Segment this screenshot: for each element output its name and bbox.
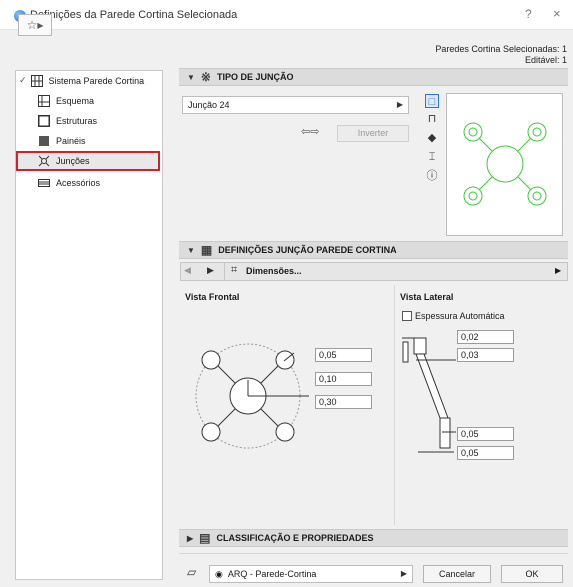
junction-preview xyxy=(446,93,563,236)
auto-thickness-checkbox[interactable] xyxy=(402,311,412,321)
layer-dropdown[interactable]: ◉ ARQ - Parede-Cortina ▶ xyxy=(209,565,413,583)
invert-button[interactable]: Inverter xyxy=(337,125,409,142)
side-dimension-input-1[interactable]: 0,02 xyxy=(457,330,514,344)
invert-icon: ⇦⇨ xyxy=(301,126,320,138)
dropdown-arrow-icon: ▶ xyxy=(396,100,403,109)
title-bar: Definições da Parede Cortina Selecionada… xyxy=(0,0,573,30)
eye-icon[interactable]: ◉ xyxy=(215,569,223,580)
page-dropdown[interactable]: Dimensões... xyxy=(246,266,302,276)
tree-item-label: Painéis xyxy=(56,135,86,146)
tree-item-frames[interactable]: Estruturas xyxy=(38,112,97,129)
section-title: TIPO DE JUNÇÃO xyxy=(216,72,294,82)
front-view-label: Vista Frontal xyxy=(185,292,240,302)
tree-item-scheme[interactable]: Esquema xyxy=(38,92,94,109)
layer-value: ARQ - Parede-Cortina xyxy=(227,569,317,579)
collapse-arrow-icon[interactable]: ▼ xyxy=(187,246,195,255)
nav-divider xyxy=(224,262,225,281)
junction-type-value: Junção 24 xyxy=(188,100,230,110)
scheme-icon xyxy=(38,94,50,107)
accessories-icon xyxy=(38,178,50,187)
junction-type-dropdown[interactable]: Junção 24 ▶ xyxy=(182,96,409,114)
classification-icon: ▤ xyxy=(199,531,211,545)
expand-arrow-icon[interactable]: ▶ xyxy=(187,534,193,543)
prev-page-icon[interactable]: ◀ xyxy=(184,265,191,276)
front-dimension-input-3[interactable]: 0,30 xyxy=(315,395,372,409)
chevron-down-icon[interactable]: ✓ xyxy=(19,75,27,86)
junction-icon: ※ xyxy=(200,70,211,84)
footer-divider xyxy=(179,553,568,554)
window-title: Definições da Parede Cortina Selecionada xyxy=(30,9,238,21)
ok-button[interactable]: OK xyxy=(501,565,563,583)
next-page-icon[interactable]: ▶ xyxy=(207,265,214,276)
panels-icon xyxy=(39,135,49,146)
dimensions-icon: ⌗ xyxy=(231,264,238,276)
view-divider xyxy=(394,285,395,525)
tree-item-label: Estruturas xyxy=(56,115,98,126)
tree-item-accessories[interactable]: Acessórios xyxy=(38,174,100,191)
junctions-icon xyxy=(38,155,50,167)
auto-thickness-label: Espessura Automática xyxy=(415,311,505,321)
tree-item-junctions[interactable]: Junções xyxy=(16,151,160,171)
tree-item-panels[interactable]: Painéis xyxy=(38,132,86,149)
side-dimension-input-4[interactable]: 0,05 xyxy=(457,446,514,460)
layer-icon: ▱ xyxy=(187,565,197,579)
favorites-icon: ☆▸ xyxy=(26,18,44,32)
cancel-button[interactable]: Cancelar xyxy=(423,565,491,583)
info-icon[interactable]: ⓘ xyxy=(425,169,439,183)
elevation-view-icon[interactable]: ⊓ xyxy=(425,112,439,126)
frames-icon xyxy=(38,114,50,127)
front-dimension-input-1[interactable]: 0,05 xyxy=(315,348,372,362)
favorites-button[interactable]: ☆▸ xyxy=(18,14,52,36)
editable-count: Editável: 1 xyxy=(524,55,567,65)
selection-count: Paredes Cortina Selecionadas: 1 xyxy=(435,44,567,54)
section-view-icon[interactable]: ⌶ xyxy=(425,150,439,164)
tree-item-label: Junções xyxy=(56,156,90,166)
curtain-wall-icon xyxy=(30,74,43,87)
collapse-arrow-icon[interactable]: ▼ xyxy=(187,73,195,82)
side-view-label: Vista Lateral xyxy=(400,292,454,302)
close-button[interactable]: × xyxy=(553,6,561,21)
tree-root[interactable]: ✓ Sistema Parede Cortina xyxy=(19,72,144,89)
dropdown-arrow-icon[interactable]: ▶ xyxy=(555,266,561,275)
tree-root-label: Sistema Parede Cortina xyxy=(48,75,145,86)
junction-preview-graphic xyxy=(463,122,547,206)
dropdown-arrow-icon: ▶ xyxy=(400,569,407,578)
side-dimension-input-2[interactable]: 0,03 xyxy=(457,348,514,362)
side-view-diagram xyxy=(402,337,456,453)
3d-view-icon[interactable]: ◆ xyxy=(425,131,439,145)
junction-type-header[interactable]: ▼ ※ TIPO DE JUNÇÃO xyxy=(179,68,568,86)
front-view-diagram xyxy=(195,343,309,449)
classification-header[interactable]: ▶ ▤ CLASSIFICAÇÃO E PROPRIEDADES xyxy=(179,529,568,547)
plan-view-icon[interactable]: □ xyxy=(425,94,439,108)
page-nav-bar xyxy=(180,262,568,281)
settings-icon: ▦ xyxy=(200,243,213,257)
selection-info: Paredes Cortina Selecionadas: 1 Editável… xyxy=(435,44,567,66)
tree-item-label: Acessórios xyxy=(56,177,101,188)
front-dimension-input-2[interactable]: 0,10 xyxy=(315,372,372,386)
section-title: DEFINIÇÕES JUNÇÃO PAREDE CORTINA xyxy=(218,245,397,255)
junction-settings-header[interactable]: ▼ ▦ DEFINIÇÕES JUNÇÃO PAREDE CORTINA xyxy=(179,241,568,259)
tree-item-label: Esquema xyxy=(56,95,95,106)
section-title: CLASSIFICAÇÃO E PROPRIEDADES xyxy=(216,533,374,543)
help-button[interactable]: ? xyxy=(525,7,532,21)
side-dimension-input-3[interactable]: 0,05 xyxy=(457,427,514,441)
